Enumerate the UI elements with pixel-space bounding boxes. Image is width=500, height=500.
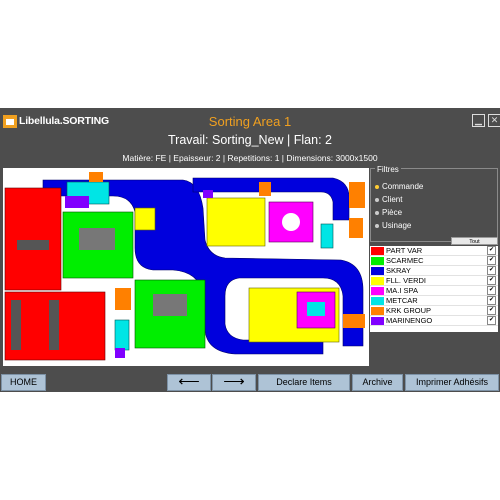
color-swatch [371,256,384,265]
home-button[interactable]: HOME [1,374,46,391]
checkbox[interactable]: ✔ [487,286,496,295]
filter-option-commande[interactable]: Commande [375,182,423,191]
part-scarmec-holes [79,228,115,250]
color-swatch [371,296,384,305]
minimize-button[interactable]: ▁ [472,114,485,127]
print-labels-button[interactable]: Imprimer Adhésifs [405,374,499,391]
list-item[interactable]: MARINENGO ✔ [370,316,498,326]
radio-icon[interactable] [375,223,379,228]
checkbox[interactable]: ✔ [487,316,496,325]
client-name: KRK GROUP [386,306,432,315]
color-swatch [371,286,384,295]
color-swatch [371,316,384,325]
list-item[interactable]: FLL. VERDI ✔ [370,276,498,286]
client-name: METCAR [386,296,418,305]
checkbox[interactable]: ✔ [487,246,496,255]
part-marinengo-3[interactable] [115,348,125,358]
checkbox[interactable]: ✔ [487,276,496,285]
nesting-canvas[interactable] [3,168,369,366]
sheet-details: Matière: FE | Epaisseur: 2 | Repetitions… [122,153,378,163]
part-marinengo-2[interactable] [203,190,213,198]
part-metcar-2[interactable] [114,319,130,351]
filter-option-piece[interactable]: Pièce [375,208,402,217]
client-name: SKRAY [386,266,411,275]
filter-label: Usinage [382,221,412,230]
filter-label: Pièce [382,208,403,217]
client-name: FLL. VERDI [386,276,427,285]
part-krk-3[interactable] [349,218,363,238]
part-krk-6[interactable] [89,172,103,182]
color-swatch [371,276,384,285]
part-krk-2[interactable] [349,182,365,208]
job-info: Travail: Sorting_New | Flan: 2 [168,133,332,147]
checkbox[interactable]: ✔ [487,296,496,305]
filters-group: Filtres Commande Client Pièce Usinage [370,165,498,242]
checkbox[interactable]: ✔ [487,266,496,275]
client-name: MA.I SPA [386,286,418,295]
part-krk-4[interactable] [115,288,131,310]
filters-title: Filtres [375,165,401,174]
part-mai-hole [282,213,300,231]
close-button[interactable]: ✕ [488,114,500,127]
part-scarmec-holes-2 [153,294,187,316]
list-item[interactable]: SKRAY ✔ [370,266,498,276]
part-verdi-3[interactable] [134,207,156,231]
color-swatch [371,266,384,275]
radio-selected-icon[interactable] [375,184,379,189]
list-item[interactable]: MA.I SPA ✔ [370,286,498,296]
list-item[interactable]: SCARMEC ✔ [370,256,498,266]
part-krk-5[interactable] [343,314,365,328]
part-metcar-3[interactable] [320,223,334,249]
part-krk-1[interactable] [259,182,271,196]
filter-option-usinage[interactable]: Usinage [375,221,411,230]
next-arrow-button[interactable]: ⟶ [212,374,256,391]
filter-label: Client [382,195,403,204]
part-partvar-1[interactable] [4,187,62,291]
client-name: MARINENGO [386,316,433,325]
bottom-toolbar: HOME ⟵ ⟶ Declare Items Archive Imprimer … [0,373,500,392]
part-marinengo-1[interactable] [65,196,89,208]
part-mai-inner [307,302,325,316]
filter-label: Commande [382,182,424,191]
color-swatch [371,246,384,255]
previous-arrow-button[interactable]: ⟵ [167,374,211,391]
declare-items-button[interactable]: Declare Items [258,374,350,391]
list-item[interactable]: KRK GROUP ✔ [370,306,498,316]
list-item[interactable]: PART VAR ✔ [370,246,498,256]
client-name: PART VAR [386,246,423,255]
client-name: SCARMEC [386,256,424,265]
color-swatch [371,306,384,315]
list-item[interactable]: METCAR ✔ [370,296,498,306]
filter-option-client[interactable]: Client [375,195,402,204]
deselect-all-button[interactable]: Tout désélectionner [451,237,498,253]
radio-icon[interactable] [375,197,379,202]
sorting-app-window: Libellula.SORTING Sorting Area 1 ▁ ✕ Tra… [0,108,500,392]
checkbox[interactable]: ✔ [487,306,496,315]
client-list: PART VAR ✔ SCARMEC ✔ SKRAY ✔ FLL. VERDI … [370,246,498,332]
radio-icon[interactable] [375,210,379,215]
archive-button[interactable]: Archive [352,374,403,391]
checkbox[interactable]: ✔ [487,256,496,265]
part-partvar-slots-3 [49,300,59,350]
sorting-area-title: Sorting Area 1 [208,114,292,129]
part-verdi-1[interactable] [206,197,266,247]
sheet-layout[interactable] [3,168,369,366]
part-partvar-slots-2 [11,300,21,350]
part-partvar-slots [17,240,49,250]
